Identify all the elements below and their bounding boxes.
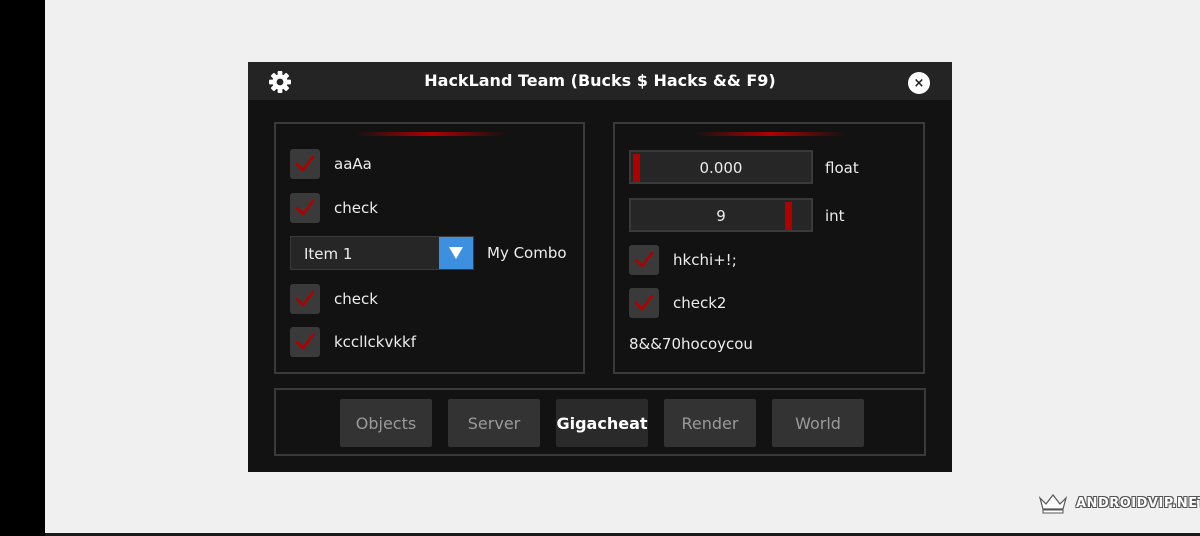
window-title: HackLand Team (Bucks $ Hacks && F9) bbox=[424, 71, 776, 90]
checkbox-row[interactable]: hkchi+!; bbox=[629, 244, 737, 276]
float-slider[interactable]: 0.000 bbox=[629, 150, 813, 184]
checkbox-row[interactable]: check bbox=[290, 283, 378, 315]
slider-value: 0.000 bbox=[699, 159, 743, 177]
watermark: ANDROIDVIP.NET bbox=[1038, 492, 1200, 514]
checkbox[interactable] bbox=[629, 288, 659, 318]
checkmark-icon bbox=[634, 251, 654, 268]
close-icon[interactable]: × bbox=[908, 72, 930, 94]
checkbox[interactable] bbox=[629, 245, 659, 275]
checkmark-icon bbox=[295, 333, 315, 350]
combo-box[interactable]: Item 1 bbox=[290, 236, 474, 270]
right-panel: 0.000 float 9 int hkchi+!; check2 8&&70h… bbox=[613, 122, 925, 374]
slider-label: int bbox=[825, 207, 845, 225]
checkbox[interactable] bbox=[290, 149, 320, 179]
checkmark-icon bbox=[634, 294, 654, 311]
checkmark-icon bbox=[295, 199, 315, 216]
checkbox-label: hkchi+!; bbox=[673, 251, 737, 269]
tab-objects[interactable]: Objects bbox=[340, 399, 432, 447]
checkbox-row[interactable]: check bbox=[290, 192, 378, 224]
watermark-text: ANDROIDVIP.NET bbox=[1076, 495, 1200, 511]
left-black-bar bbox=[0, 0, 45, 536]
checkbox-row[interactable]: aaAa bbox=[290, 148, 372, 180]
checkbox[interactable] bbox=[290, 327, 320, 357]
checkbox-label: aaAa bbox=[334, 155, 372, 173]
panel-header-glow bbox=[695, 132, 845, 136]
checkbox[interactable] bbox=[290, 193, 320, 223]
checkbox-row[interactable]: kccllckvkkf bbox=[290, 326, 416, 358]
panel-header-glow bbox=[356, 132, 506, 136]
combo-selected-value: Item 1 bbox=[304, 245, 353, 263]
static-text: 8&&70hocoycou bbox=[629, 335, 753, 353]
tab-world[interactable]: World bbox=[772, 399, 864, 447]
mod-menu-window: HackLand Team (Bucks $ Hacks && F9) × aa… bbox=[248, 62, 952, 472]
slider-label: float bbox=[825, 159, 859, 177]
combo-dropdown-button[interactable] bbox=[439, 237, 473, 269]
checkbox-label: check bbox=[334, 199, 378, 217]
triangle-down-icon bbox=[449, 247, 463, 259]
int-slider[interactable]: 9 bbox=[629, 198, 813, 232]
left-panel: aaAa check Item 1 My Combo check kccllck… bbox=[274, 122, 585, 374]
checkbox[interactable] bbox=[290, 284, 320, 314]
combo-label: My Combo bbox=[487, 244, 567, 262]
tab-gigacheat[interactable]: Gigacheat bbox=[556, 399, 648, 447]
tab-render[interactable]: Render bbox=[664, 399, 756, 447]
title-bar: HackLand Team (Bucks $ Hacks && F9) × bbox=[248, 62, 952, 100]
tab-bar: Objects Server Gigacheat Render World bbox=[274, 388, 926, 456]
checkbox-label: check2 bbox=[673, 294, 727, 312]
checkbox-label: kccllckvkkf bbox=[334, 333, 416, 351]
tab-server[interactable]: Server bbox=[448, 399, 540, 447]
slider-value: 9 bbox=[716, 207, 726, 225]
checkmark-icon bbox=[295, 290, 315, 307]
checkmark-icon bbox=[295, 155, 315, 172]
crown-icon bbox=[1038, 494, 1068, 514]
checkbox-label: check bbox=[334, 290, 378, 308]
checkbox-row[interactable]: check2 bbox=[629, 287, 726, 319]
